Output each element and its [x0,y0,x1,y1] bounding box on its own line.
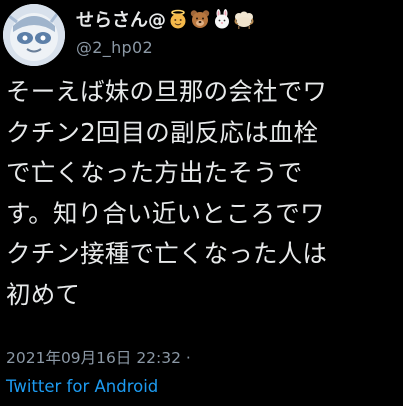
ram-icon [234,9,254,29]
display-name-row[interactable]: せらさん@ [76,6,396,32]
tweet-source-link[interactable]: Twitter for Android [6,377,158,396]
tweet-text-line: で亡くなった方出たそうで [6,158,303,187]
tweet-timestamp[interactable]: 2021年09月16日 22:32 · [6,346,191,368]
tweet-card: せらさん@ @2_hp02 そーえば妹の旦那の会社でワ クチン2回目の副反応は血… [0,0,403,406]
avatar-image [3,4,65,66]
display-name[interactable]: せらさん@ [76,6,166,32]
tweet-text: そーえば妹の旦那の会社でワ クチン2回目の副反応は血栓 で亡くなった方出たそうで… [6,72,400,315]
bear-face-icon [190,9,210,29]
tweet-text-line: 初めて [6,279,81,309]
tweet-text-line: そーえば妹の旦那の会社でワ [6,77,328,106]
tweet-text-line: クチン接種で亡くなった人は [6,239,328,268]
tweet-text-line: クチン2回目の副反応は血栓 [6,117,319,147]
angel-emoji-icon [168,9,188,29]
tweet-text-line: す。知り合い近いところでワ [6,198,325,228]
rabbit-face-icon [212,9,232,29]
author-info: せらさん@ @2_hp02 [76,6,396,57]
avatar[interactable] [3,4,65,66]
user-handle[interactable]: @2_hp02 [76,38,396,57]
